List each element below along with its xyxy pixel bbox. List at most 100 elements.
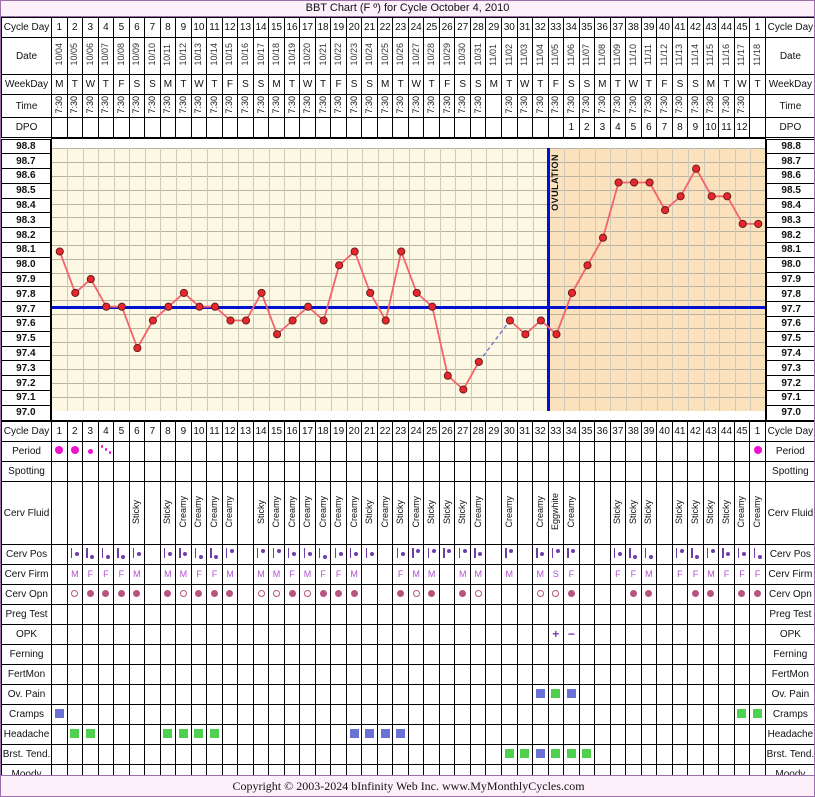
cycle-day-cell[interactable]: 44 [719, 18, 735, 38]
opk-cell[interactable] [393, 625, 409, 645]
cerv-firm-cell[interactable]: F [564, 565, 580, 585]
cerv-pos-cell[interactable] [300, 545, 316, 565]
cramps-cell[interactable] [377, 705, 393, 725]
period-cell[interactable] [362, 442, 378, 462]
cerv-opn-cell[interactable] [269, 585, 285, 605]
dpo-cell[interactable] [284, 118, 300, 138]
cerv-pos-cell[interactable] [424, 545, 440, 565]
cycle-day-bottom-cell[interactable]: 5 [114, 422, 130, 442]
fertmon-cell[interactable] [52, 665, 68, 685]
cerv-fluid-cell[interactable]: Creamy [222, 482, 238, 545]
weekday-cell[interactable]: M [269, 75, 285, 95]
cramps-cell[interactable] [52, 705, 68, 725]
spotting-cell[interactable] [315, 462, 331, 482]
spotting-cell[interactable] [145, 462, 161, 482]
headache-cell[interactable] [455, 725, 471, 745]
cerv-opn-cell[interactable] [145, 585, 161, 605]
time-cell[interactable]: 7:30 [455, 95, 471, 118]
cerv-fluid-cell[interactable]: Sticky [719, 482, 735, 545]
dpo-cell[interactable] [238, 118, 254, 138]
cerv-pos-cell[interactable] [470, 545, 486, 565]
period-cell[interactable] [579, 442, 595, 462]
period-cell[interactable] [564, 442, 580, 462]
cerv-firm-cell[interactable]: F [688, 565, 704, 585]
weekday-cell[interactable]: T [641, 75, 657, 95]
cerv-pos-cell[interactable] [688, 545, 704, 565]
cycle-day-bottom-cell[interactable]: 38 [626, 422, 642, 442]
cycle-day-bottom-cell[interactable]: 42 [688, 422, 704, 442]
fertmon-cell[interactable] [439, 665, 455, 685]
cerv-firm-cell[interactable]: M [129, 565, 145, 585]
cerv-firm-cell[interactable] [595, 565, 611, 585]
cerv-opn-cell[interactable] [657, 585, 673, 605]
cerv-pos-cell[interactable] [703, 545, 719, 565]
cycle-day-cell[interactable]: 43 [703, 18, 719, 38]
time-cell[interactable]: 7:30 [129, 95, 145, 118]
cerv-pos-cell[interactable] [502, 545, 518, 565]
ferning-cell[interactable] [579, 645, 595, 665]
cerv-firm-cell[interactable]: M [641, 565, 657, 585]
spotting-cell[interactable] [176, 462, 192, 482]
ferning-cell[interactable] [253, 645, 269, 665]
headache-cell[interactable] [315, 725, 331, 745]
preg-test-cell[interactable] [98, 605, 114, 625]
opk-cell[interactable] [688, 625, 704, 645]
time-cell[interactable] [750, 95, 766, 118]
cramps-cell[interactable] [176, 705, 192, 725]
cerv-pos-cell[interactable] [98, 545, 114, 565]
dpo-cell[interactable]: 10 [703, 118, 719, 138]
cerv-fluid-cell[interactable] [657, 482, 673, 545]
cycle-day-cell[interactable]: 41 [672, 18, 688, 38]
cycle-day-bottom-cell[interactable]: 29 [486, 422, 502, 442]
fertmon-cell[interactable] [284, 665, 300, 685]
dpo-cell[interactable] [470, 118, 486, 138]
cycle-day-bottom-cell[interactable]: 20 [346, 422, 362, 442]
cerv-pos-cell[interactable] [191, 545, 207, 565]
cerv-opn-cell[interactable] [393, 585, 409, 605]
cycle-day-cell[interactable]: 16 [284, 18, 300, 38]
dpo-cell[interactable] [750, 118, 766, 138]
ov-pain-cell[interactable] [734, 685, 750, 705]
cerv-firm-cell[interactable] [486, 565, 502, 585]
cerv-pos-cell[interactable] [657, 545, 673, 565]
dpo-cell[interactable] [377, 118, 393, 138]
date-cell[interactable]: 10/10 [145, 38, 161, 75]
headache-cell[interactable] [533, 725, 549, 745]
date-cell[interactable]: 11/10 [626, 38, 642, 75]
cycle-day-cell[interactable]: 31 [517, 18, 533, 38]
ov-pain-cell[interactable] [52, 685, 68, 705]
opk-cell[interactable] [331, 625, 347, 645]
date-cell[interactable]: 10/16 [238, 38, 254, 75]
cerv-fluid-cell[interactable]: Creamy [377, 482, 393, 545]
spotting-cell[interactable] [269, 462, 285, 482]
date-cell[interactable]: 11/12 [657, 38, 673, 75]
brst-tend-cell[interactable] [486, 745, 502, 765]
spotting-cell[interactable] [191, 462, 207, 482]
cerv-fluid-cell[interactable] [238, 482, 254, 545]
cycle-day-cell[interactable]: 32 [533, 18, 549, 38]
opk-cell[interactable] [222, 625, 238, 645]
cerv-firm-cell[interactable]: M [502, 565, 518, 585]
preg-test-cell[interactable] [284, 605, 300, 625]
cerv-opn-cell[interactable] [408, 585, 424, 605]
cycle-day-cell[interactable]: 29 [486, 18, 502, 38]
preg-test-cell[interactable] [610, 605, 626, 625]
opk-cell[interactable] [160, 625, 176, 645]
cramps-cell[interactable] [439, 705, 455, 725]
brst-tend-cell[interactable] [719, 745, 735, 765]
cycle-day-cell[interactable]: 7 [145, 18, 161, 38]
time-cell[interactable]: 7:30 [424, 95, 440, 118]
weekday-cell[interactable]: F [222, 75, 238, 95]
brst-tend-cell[interactable] [52, 745, 68, 765]
opk-cell[interactable] [145, 625, 161, 645]
cramps-cell[interactable] [703, 705, 719, 725]
ov-pain-cell[interactable] [191, 685, 207, 705]
headache-cell[interactable] [67, 725, 83, 745]
ferning-cell[interactable] [533, 645, 549, 665]
ferning-cell[interactable] [734, 645, 750, 665]
cerv-firm-cell[interactable]: F [626, 565, 642, 585]
opk-cell[interactable] [377, 625, 393, 645]
cerv-firm-cell[interactable]: F [114, 565, 130, 585]
brst-tend-cell[interactable] [114, 745, 130, 765]
date-cell[interactable]: 10/08 [114, 38, 130, 75]
